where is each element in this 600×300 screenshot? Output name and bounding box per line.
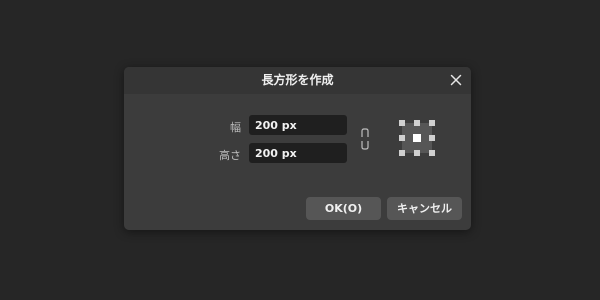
- dialog-titlebar: 長方形を作成: [124, 67, 471, 94]
- create-rectangle-dialog: 長方形を作成 幅 高さ OK(O) キャンセル: [124, 67, 471, 230]
- dialog-title: 長方形を作成: [261, 73, 334, 87]
- width-input[interactable]: [249, 115, 347, 135]
- width-label: 幅: [230, 121, 241, 134]
- height-label: 高さ: [219, 149, 241, 162]
- ok-button[interactable]: OK(O): [306, 197, 381, 220]
- height-input[interactable]: [249, 143, 347, 163]
- cancel-button[interactable]: キャンセル: [387, 197, 462, 220]
- anchor-grid-icon[interactable]: [399, 120, 435, 156]
- chain-link-icon[interactable]: [360, 128, 370, 150]
- close-icon[interactable]: [448, 72, 464, 88]
